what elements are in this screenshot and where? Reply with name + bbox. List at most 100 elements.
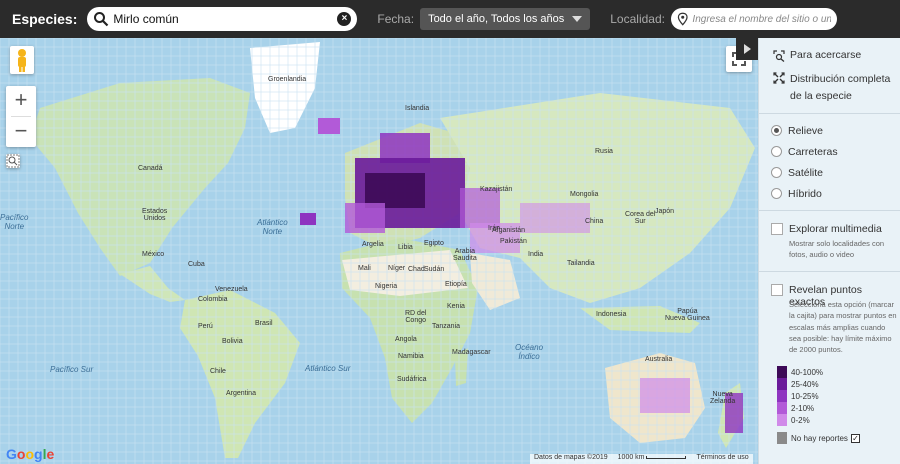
legend-swatch [777,366,787,378]
map-label: Australia [645,356,673,363]
map-label: Venezuela [215,286,248,293]
expand-icon [773,72,785,84]
map-label: RD del Congo [405,310,427,324]
legend-label: 40-100% [791,367,824,377]
legend-swatch [777,414,787,426]
collapse-panel-button[interactable] [736,38,758,60]
zoom-in-button[interactable]: + [6,86,36,116]
panel-divider [759,113,900,114]
zoom-region-icon [773,50,785,62]
scale-bar [646,455,687,459]
map-canvas[interactable]: Groenlandia Islandia Canadá Estados Unid… [0,38,758,464]
map-label: Chad [408,266,425,273]
map-label: Corea del Sur [625,211,656,225]
world-map [0,38,758,464]
map-label: Brasil [255,320,273,327]
map-label: Chile [210,368,226,375]
map-label: India [528,251,544,258]
chevron-down-icon [572,16,583,22]
species-search-value[interactable]: Mirlo común [113,12,337,26]
legend-row: 0-2% [777,414,860,426]
ocean-label: Atlántico Norte [257,218,288,236]
zoom-to-button[interactable]: Para acercarse [773,49,861,62]
map-scale[interactable]: 1000 km [618,454,687,464]
maptype-satelite-label: Satélite [788,167,824,179]
play-arrow-icon [744,44,751,54]
map-attribution-bar: Datos de mapas ©2019 1000 km Términos de… [530,454,753,464]
map-label: Argentina [226,390,256,397]
street-view-pegman[interactable] [10,46,34,74]
legend-label: 0-2% [791,415,810,425]
terms-link[interactable]: Términos de uso [696,454,748,464]
radio-hibrido[interactable] [771,188,782,199]
map-label: Estados Unidos [142,208,168,222]
map-label: Indonesia [596,311,627,318]
map-label: Groenlandia [268,76,307,83]
map-label: Colombia [198,296,228,303]
species-label: Especies: [12,11,78,27]
map-label: Libia [398,244,413,251]
zoom-control: + − [6,86,36,147]
ocean-label: Atlántico Sur [305,364,351,373]
map-label: Nigeria [375,283,398,290]
legend-row: 10-25% [777,390,860,402]
map-label: Tailandia [567,260,595,267]
map-label: Islandia [405,105,430,112]
clear-search-icon[interactable]: × [337,12,352,26]
map-label: China [585,218,604,225]
legend-row: 40-100% [777,366,860,378]
map-data-attribution[interactable]: Datos de mapas ©2019 [534,454,608,464]
map-label: Sudáfrica [397,376,427,383]
date-label: Fecha: [377,12,415,26]
location-pin-icon [677,12,688,26]
date-value: Todo el año, Todos los años [428,13,565,25]
maptype-relieve[interactable]: Relieve [771,125,823,137]
top-bar: Especies: Mirlo común × Fecha: Todo el a… [0,0,900,38]
zoom-out-button[interactable]: − [6,117,36,147]
multimedia-option[interactable]: Explorar multimedia [771,223,882,235]
species-search-input[interactable]: Mirlo común × [87,7,358,31]
legend-label: 2-10% [791,403,815,413]
scale-label: 1000 km [617,454,645,461]
map-label: Níger [388,265,406,272]
map-label: Mongolia [570,191,599,198]
map-label: Arabia Saudita [453,248,477,262]
location-label: Localidad: [610,12,665,26]
maptype-satelite[interactable]: Satélite [771,167,823,179]
map-label: Perú [198,323,213,330]
zoom-box-icon [6,154,20,168]
location-input[interactable]: Ingresa el nombre del sitio o una [670,8,837,30]
legend-label: 25-40% [791,379,819,389]
map-label: Rusia [595,148,613,155]
location-placeholder: Ingresa el nombre del sitio o una [692,13,831,25]
radio-satelite[interactable] [771,167,782,178]
maptype-hibrido[interactable]: Híbrido [771,188,822,200]
map-label: Nueva Zelanda [710,391,736,405]
map-label: México [142,251,165,258]
google-logo[interactable]: Google [6,446,54,462]
no-reports-checkbox[interactable]: ✓ [850,433,860,443]
exact-points-checkbox[interactable] [771,284,783,296]
legend-label: 10-25% [791,391,819,401]
radio-relieve[interactable] [771,125,782,136]
zoom-to-label: Para acercarse [790,49,862,61]
panel-divider [759,271,900,272]
pegman-icon [18,49,26,72]
date-dropdown[interactable]: Todo el año, Todos los años [420,8,591,30]
maptype-carreteras[interactable]: Carreteras [771,146,838,158]
map-label: Sudán [424,266,445,273]
full-distribution-button[interactable]: Distribución completa de la especie [773,71,897,105]
map-label: Mali [358,265,371,272]
multimedia-label: Explorar multimedia [789,223,882,235]
map-label: Angola [395,336,417,343]
zoom-box-button[interactable] [6,154,20,168]
map-label: Kenia [447,303,465,310]
radio-carreteras[interactable] [771,146,782,157]
multimedia-description: Mostrar solo localidades con fotos, audi… [789,239,885,260]
map-label: Madagascar [452,349,491,356]
ocean-label: Pacífico Sur [50,365,94,374]
map-label: Papúa Nueva Guinea [665,308,710,322]
map-label: Argelia [362,241,384,248]
multimedia-checkbox[interactable] [771,223,783,235]
map-label: Pakistán [500,238,527,245]
